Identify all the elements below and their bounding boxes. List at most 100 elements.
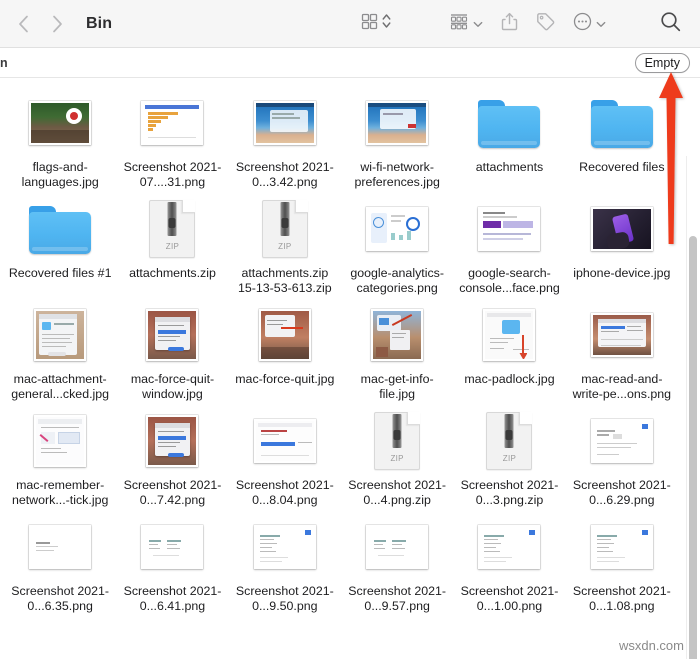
share-icon [501,12,518,36]
file-label: mac-read-and-write-pe...ons.png [572,372,672,401]
image-thumbnail [590,207,653,251]
file-label: Screenshot 2021-0...6.29.png [572,478,671,507]
zip-label: ZIP [278,242,292,251]
file-label: Screenshot 2021-0...1.08.png [572,584,671,613]
file-label: google-search-console...face.png [459,266,560,295]
file-label: Recovered files #1 [8,266,112,280]
file-thumbnail: ZIP [347,410,447,472]
file-item[interactable]: ZIP attachments.zip 15-13-53-613.zip [230,192,340,296]
file-thumbnail [122,304,222,366]
file-label: flags-and-languages.jpg [21,160,99,189]
file-thumbnail [10,410,110,472]
file-item[interactable]: Screenshot 2021-0...6.35.png [5,510,115,614]
file-item[interactable]: wi-fi-network-preferences.jpg [342,86,452,190]
file-item[interactable]: Screenshot 2021-0...9.50.png [230,510,340,614]
file-item[interactable]: mac-force-quit.jpg [230,298,340,402]
file-label: attachments.zip 15-13-53-613.zip [237,266,332,295]
file-item[interactable]: Recovered files #1 [5,192,115,296]
file-thumbnail: ZIP [122,198,222,260]
group-by-button[interactable] [446,11,486,37]
tag-button[interactable] [533,11,558,37]
folder-body [590,106,653,148]
file-item[interactable]: ZIP Screenshot 2021-0...4.png.zip [342,404,452,508]
file-label: Screenshot 2021-0...6.35.png [11,584,110,613]
file-label: mac-get-info-file.jpg [360,372,434,401]
more-actions-button[interactable] [570,11,609,37]
file-item[interactable]: google-analytics-categories.png [342,192,452,296]
file-label: google-analytics-categories.png [350,266,444,295]
file-thumbnail [572,516,672,578]
file-item[interactable]: mac-padlock.jpg [454,298,564,402]
file-label: Screenshot 2021-0...9.57.png [348,584,447,613]
file-label: wi-fi-network-preferences.jpg [354,160,440,189]
image-thumbnail [366,207,429,251]
file-item[interactable]: mac-read-and-write-pe...ons.png [567,298,677,402]
file-thumbnail [235,92,335,154]
file-item[interactable]: Screenshot 2021-0...7.42.png [117,404,227,508]
scrollbar-thumb[interactable] [689,236,697,659]
file-label: attachments [475,160,544,174]
file-item[interactable]: ZIP attachments.zip [117,192,227,296]
folder-icon [29,204,92,254]
image-thumbnail [253,419,316,463]
image-thumbnail [366,101,429,145]
view-mode-button[interactable] [358,11,394,37]
file-item[interactable]: mac-get-info-file.jpg [342,298,452,402]
file-item[interactable]: mac-remember-network...-tick.jpg [5,404,115,508]
file-item[interactable]: mac-attachment-general...cked.jpg [5,298,115,402]
folder-lip [593,141,650,145]
back-button[interactable] [14,13,32,35]
image-thumbnail [478,207,541,251]
file-thumbnail [10,516,110,578]
file-thumbnail [572,198,672,260]
zip-corner-fold [519,412,533,425]
file-thumbnail [10,198,110,260]
file-item[interactable]: google-search-console...face.png [454,192,564,296]
file-thumbnail [122,516,222,578]
file-item[interactable]: Recovered files [567,86,677,190]
file-label: Screenshot 2021-0...1.00.png [460,584,559,613]
file-item[interactable]: Screenshot 2021-07....31.png [117,86,227,190]
file-thumbnail: ZIP [459,410,559,472]
file-item[interactable]: Screenshot 2021-0...1.00.png [454,510,564,614]
image-thumbnail [146,309,199,361]
empty-bin-button[interactable]: Empty [634,52,690,73]
file-item[interactable]: Screenshot 2021-0...1.08.png [567,510,677,614]
chevron-down-icon [473,15,483,33]
file-item[interactable]: Screenshot 2021-0...8.04.png [230,404,340,508]
file-thumbnail [572,410,672,472]
file-item[interactable]: mac-force-quit-window.jpg [117,298,227,402]
scrollbar-track[interactable] [686,156,700,659]
file-item[interactable]: Screenshot 2021-0...6.29.png [567,404,677,508]
finder-window: Bin n Empty flags-and-languages.jpg Scre… [0,0,700,659]
file-thumbnail [459,92,559,154]
file-thumbnail [572,304,672,366]
file-label: Screenshot 2021-0...7.42.png [123,478,222,507]
folder-body [29,212,92,254]
bin-status-text: n [0,55,8,70]
file-thumbnail [347,198,447,260]
file-item[interactable]: iphone-device.jpg [567,192,677,296]
image-thumbnail [258,309,311,361]
zip-label: ZIP [165,242,180,251]
zip-file-icon: ZIP [261,200,308,258]
file-item[interactable]: ZIP Screenshot 2021-0...3.png.zip [454,404,564,508]
file-grid: flags-and-languages.jpg Screenshot 2021-0… [0,78,700,614]
forward-button[interactable] [48,13,66,35]
image-thumbnail [29,525,92,569]
file-item[interactable]: Screenshot 2021-0...6.41.png [117,510,227,614]
share-button[interactable] [498,11,521,37]
file-thumbnail [235,410,335,472]
file-label: Screenshot 2021-0...3.42.png [235,160,334,189]
image-thumbnail [141,101,204,145]
search-button[interactable] [657,11,684,37]
file-item[interactable]: flags-and-languages.jpg [5,86,115,190]
zip-file-icon: ZIP [486,412,533,470]
file-thumbnail [235,304,335,366]
zip-label: ZIP [502,454,517,463]
file-label: Screenshot 2021-0...9.50.png [235,584,334,613]
file-item[interactable]: Screenshot 2021-0...3.42.png [230,86,340,190]
file-label: iphone-device.jpg [573,266,671,280]
file-item[interactable]: attachments [454,86,564,190]
file-item[interactable]: Screenshot 2021-0...9.57.png [342,510,452,614]
